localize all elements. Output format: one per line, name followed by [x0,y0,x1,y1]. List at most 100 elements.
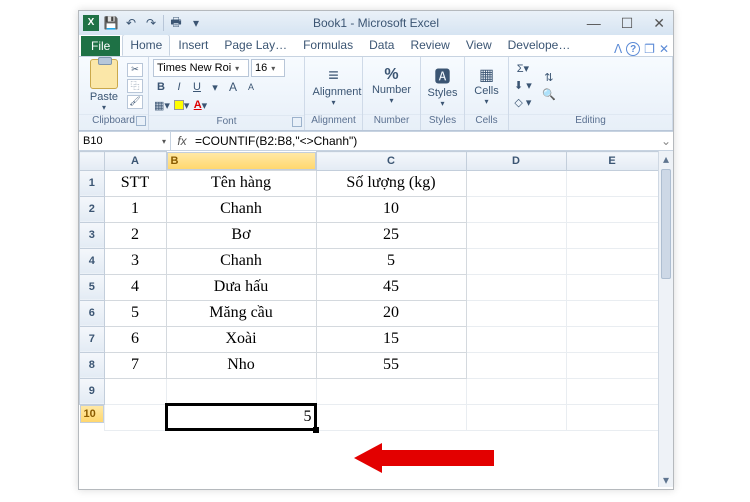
row-header-5[interactable]: 5 [80,274,105,300]
qat-redo-icon[interactable]: ↷ [141,14,161,32]
cell-b8[interactable]: Nho [166,352,316,378]
formula-input[interactable] [193,134,659,148]
cell-a3[interactable]: 2 [104,222,166,248]
cell-a9[interactable] [104,378,166,404]
cell-e4[interactable] [566,248,658,274]
cells-button[interactable]: ▦ Cells ▾ [469,65,504,106]
cell-c9[interactable] [316,378,466,404]
cell-a7[interactable]: 6 [104,326,166,352]
tab-file[interactable]: File [81,36,120,56]
window-minimize-icon[interactable]: — [583,15,605,32]
tab-page-layout[interactable]: Page Lay… [216,34,295,56]
cell-b1[interactable]: Tên hàng [166,170,316,196]
qat-print-icon[interactable]: 🖶 [166,14,186,32]
row-header-6[interactable]: 6 [80,300,105,326]
cell-a4[interactable]: 3 [104,248,166,274]
tab-data[interactable]: Data [361,34,402,56]
clipboard-dialog-launcher[interactable] [136,116,146,126]
cell-b3[interactable]: Bơ [166,222,316,248]
cell-a5[interactable]: 4 [104,274,166,300]
cell-d2[interactable] [466,196,566,222]
tab-review[interactable]: Review [402,34,457,56]
cell-d9[interactable] [466,378,566,404]
cell-c6[interactable]: 20 [316,300,466,326]
bold-button[interactable]: B [153,79,169,95]
cell-c10[interactable] [316,404,466,430]
name-box[interactable]: ▾ [79,132,171,150]
fill-handle[interactable] [313,427,319,433]
cell-a2[interactable]: 1 [104,196,166,222]
fx-icon[interactable]: fx [171,134,193,148]
doc-close-icon[interactable]: ✕ [659,42,669,56]
styles-button[interactable]: 🅰 Styles ▾ [425,63,460,108]
help-icon[interactable]: ? [626,42,640,56]
font-size-select[interactable]: 16▾ [251,59,285,77]
grow-font-button[interactable]: A [225,79,241,95]
cell-b2[interactable]: Chanh [166,196,316,222]
tab-view[interactable]: View [458,34,500,56]
cell-e9[interactable] [566,378,658,404]
underline-button[interactable]: U [189,79,205,95]
cell-a10[interactable] [104,404,166,430]
fill-button[interactable]: ⬇ ▾ [513,78,533,94]
cell-e7[interactable] [566,326,658,352]
cell-b10[interactable]: 5 [166,404,316,430]
cell-b6[interactable]: Măng cầu [166,300,316,326]
cell-d4[interactable] [466,248,566,274]
row-header-8[interactable]: 8 [80,352,105,378]
tab-home[interactable]: Home [122,34,170,56]
cell-c1[interactable]: Số lượng (kg) [316,170,466,196]
font-dialog-launcher[interactable] [292,117,302,127]
scroll-down-icon[interactable]: ▾ [659,472,673,487]
cell-d5[interactable] [466,274,566,300]
cell-c8[interactable]: 55 [316,352,466,378]
font-color-button[interactable]: A▾ [192,97,208,113]
col-header-d[interactable]: D [466,152,566,171]
italic-button[interactable]: I [171,79,187,95]
select-all-corner[interactable] [80,152,105,171]
scroll-thumb[interactable] [661,169,671,279]
paste-button[interactable]: Paste ▾ [83,59,125,112]
cell-e2[interactable] [566,196,658,222]
cell-d8[interactable] [466,352,566,378]
name-box-dropdown-icon[interactable]: ▾ [162,137,166,146]
cell-e5[interactable] [566,274,658,300]
cell-d6[interactable] [466,300,566,326]
alignment-button[interactable]: ≡ Alignment ▾ [313,65,355,107]
underline-menu-icon[interactable]: ▾ [207,79,223,95]
cell-d7[interactable] [466,326,566,352]
qat-customize-icon[interactable]: ▾ [186,14,206,32]
qat-undo-icon[interactable]: ↶ [121,14,141,32]
cell-b4[interactable]: Chanh [166,248,316,274]
row-header-7[interactable]: 7 [80,326,105,352]
cell-c5[interactable]: 45 [316,274,466,300]
cell-a6[interactable]: 5 [104,300,166,326]
row-header-10[interactable]: 10 [80,405,104,423]
cut-icon[interactable]: ✂ [127,63,143,77]
col-header-b[interactable]: B [167,152,316,170]
clear-button[interactable]: ◇ ▾ [513,95,533,111]
cell-b9[interactable] [166,378,316,404]
cell-d3[interactable] [466,222,566,248]
worksheet-grid[interactable]: A B C D E 1 STT Tên hàng Số lượng (kg) 2… [79,151,673,487]
formula-expand-icon[interactable]: ⌄ [659,134,673,148]
autosum-button[interactable]: Σ ▾ [513,61,533,77]
cell-e10[interactable] [566,404,658,430]
cell-c2[interactable]: 10 [316,196,466,222]
cell-e1[interactable] [566,170,658,196]
col-header-a[interactable]: A [104,152,166,171]
cell-d1[interactable] [466,170,566,196]
row-header-3[interactable]: 3 [80,222,105,248]
sort-filter-button[interactable]: ⇅ [541,69,557,85]
scroll-up-icon[interactable]: ▴ [659,151,673,166]
minimize-ribbon-icon[interactable]: ᐱ [614,42,622,56]
window-close-icon[interactable]: ✕ [649,15,669,32]
row-header-2[interactable]: 2 [80,196,105,222]
row-header-1[interactable]: 1 [80,170,105,196]
col-header-c[interactable]: C [316,152,466,171]
number-button[interactable]: % Number ▾ [371,66,413,105]
window-maximize-icon[interactable]: ☐ [617,15,638,32]
tab-developer[interactable]: Develope… [500,34,579,56]
fill-color-button[interactable]: ▾ [173,97,191,113]
vertical-scrollbar[interactable]: ▴ ▾ [658,151,673,487]
